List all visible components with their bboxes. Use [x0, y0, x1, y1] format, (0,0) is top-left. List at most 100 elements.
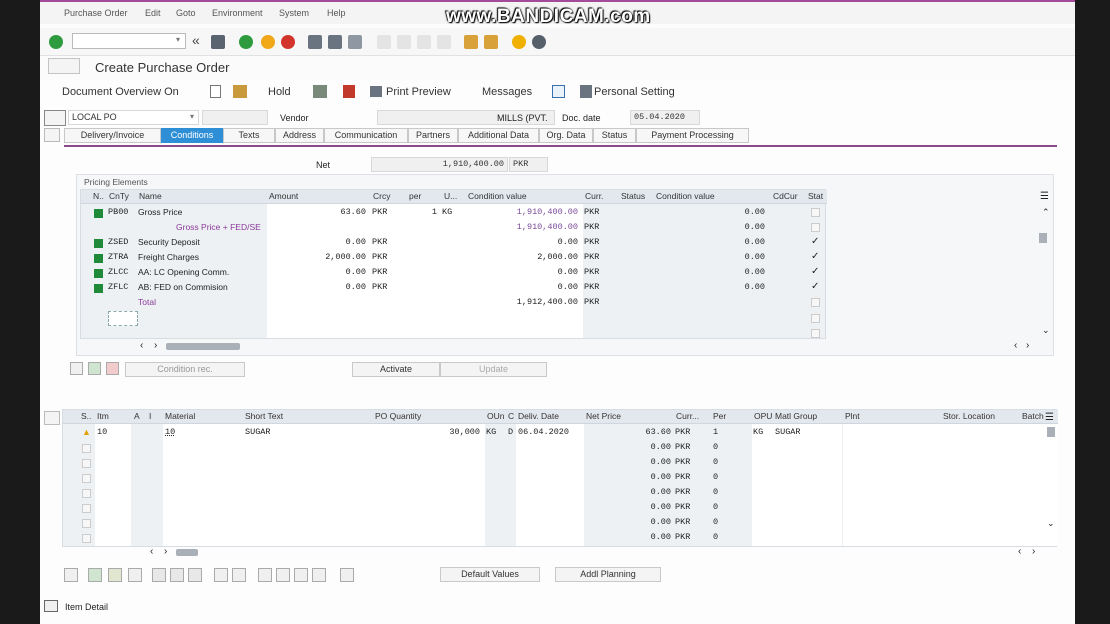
item-net-price[interactable]: 0.00	[584, 470, 674, 485]
tab-payment-processing[interactable]: Payment Processing	[636, 128, 749, 143]
item-status-checkbox[interactable]	[82, 519, 91, 528]
menu-goto[interactable]: Goto	[176, 8, 196, 18]
previous-page-icon[interactable]	[397, 35, 411, 49]
personal-setting-icon[interactable]	[580, 85, 592, 98]
item-status-checkbox[interactable]	[82, 489, 91, 498]
tab-org-data[interactable]: Org. Data	[539, 128, 593, 143]
item-per[interactable]: 0	[713, 530, 718, 545]
scroll-left-icon[interactable]: ‹	[140, 340, 143, 351]
sort-descending-icon[interactable]	[276, 568, 290, 582]
item-short-text[interactable]: SUGAR	[245, 425, 271, 440]
new-session-icon[interactable]	[464, 35, 478, 49]
stat-checkbox[interactable]	[811, 298, 820, 307]
expand-item-detail-icon[interactable]	[44, 600, 58, 612]
item-net-price[interactable]: 0.00	[584, 485, 674, 500]
menu-edit[interactable]: Edit	[145, 8, 161, 18]
row-crcy[interactable]: PKR	[372, 250, 387, 265]
select-all-icon[interactable]	[214, 568, 228, 582]
item-net-price[interactable]: 0.00	[584, 515, 674, 530]
condition-rec-button[interactable]: Condition rec.	[125, 362, 245, 377]
stat-checkbox[interactable]	[811, 314, 820, 323]
copy-item-icon[interactable]	[108, 568, 122, 582]
menu-system[interactable]: System	[279, 8, 309, 18]
item-detail-label[interactable]: Item Detail	[65, 602, 108, 612]
item-oun[interactable]: KG	[486, 425, 496, 440]
item-scroll-right-icon[interactable]: ›	[1032, 546, 1035, 557]
scroll-left-icon[interactable]: ‹	[1014, 340, 1017, 351]
activate-button[interactable]: Activate	[352, 362, 440, 377]
paste-item-icon[interactable]	[128, 568, 142, 582]
item-scroll-left-icon[interactable]: ‹	[1018, 546, 1021, 557]
item-per[interactable]: 1	[713, 425, 718, 440]
deselect-all-icon[interactable]	[232, 568, 246, 582]
item-scroll-down-icon[interactable]: ⌄	[1047, 518, 1055, 529]
open-document-icon[interactable]	[233, 85, 247, 98]
row-amount[interactable]: 0.00	[267, 235, 369, 250]
save-icon[interactable]	[211, 35, 225, 49]
addl-planning-button[interactable]: Addl Planning	[555, 567, 661, 582]
scroll-down-icon[interactable]: ⌄	[1042, 325, 1050, 336]
layout-icon[interactable]	[340, 568, 354, 582]
horizontal-scroll-thumb[interactable]	[166, 343, 240, 350]
sort-ascending-icon[interactable]	[258, 568, 272, 582]
row-crcy[interactable]: PKR	[372, 280, 387, 295]
delete-row-icon[interactable]	[106, 362, 119, 375]
row-crcy[interactable]: PKR	[372, 265, 387, 280]
row-uom[interactable]: KG	[442, 205, 452, 220]
scroll-right-icon[interactable]: ›	[1026, 340, 1029, 351]
collapse-items-icon[interactable]	[44, 411, 60, 425]
menu-environment[interactable]: Environment	[212, 8, 263, 18]
back-icon[interactable]	[239, 35, 253, 49]
first-page-icon[interactable]	[377, 35, 391, 49]
doc-date-field[interactable]: 05.04.2020	[630, 110, 700, 125]
item-curr[interactable]: PKR	[675, 515, 690, 530]
messages-log-icon[interactable]	[343, 85, 355, 98]
item-po-quantity[interactable]: 30,000	[373, 425, 483, 440]
item-per[interactable]: 0	[713, 500, 718, 515]
item-material[interactable]: 10	[165, 425, 175, 440]
item-curr[interactable]: PKR	[675, 470, 690, 485]
cart-icon[interactable]	[44, 110, 66, 126]
filter-icon[interactable]	[294, 568, 308, 582]
stat-check-icon[interactable]: ✓	[811, 251, 819, 262]
scroll-right-icon[interactable]: ›	[154, 340, 157, 351]
item-deliv-date[interactable]: 06.04.2020	[518, 425, 569, 440]
info-icon[interactable]	[552, 85, 565, 98]
item-detail-icon[interactable]	[64, 568, 78, 582]
item-status-checkbox[interactable]	[82, 534, 91, 543]
item-net-price[interactable]: 63.60	[584, 425, 674, 440]
stat-check-icon[interactable]: ✓	[811, 281, 819, 292]
unlock-icon[interactable]	[188, 568, 202, 582]
doc-type-field[interactable]: LOCAL PO	[68, 110, 199, 125]
lock-icon[interactable]	[170, 568, 184, 582]
shortcut-icon[interactable]	[484, 35, 498, 49]
enter-icon[interactable]	[49, 35, 63, 49]
print-preview-button[interactable]: Print Preview	[386, 86, 451, 98]
chevron-down-icon[interactable]: ▾	[176, 35, 180, 44]
item-per[interactable]: 0	[713, 455, 718, 470]
filter-options-icon[interactable]	[312, 568, 326, 582]
cancel-icon[interactable]	[281, 35, 295, 49]
double-left-icon[interactable]: «	[192, 32, 200, 48]
column-settings-icon[interactable]: ☰	[1040, 191, 1052, 203]
item-c[interactable]: D	[508, 425, 513, 440]
item-per[interactable]: 0	[713, 515, 718, 530]
default-values-button[interactable]: Default Values	[440, 567, 540, 582]
item-opu[interactable]: KG	[753, 425, 763, 440]
find-icon[interactable]	[328, 35, 342, 49]
exit-icon[interactable]	[261, 35, 275, 49]
print-icon[interactable]	[308, 35, 322, 49]
item-itm[interactable]: 10	[97, 425, 107, 440]
item-horizontal-scroll-thumb[interactable]	[176, 549, 198, 556]
print-preview-icon[interactable]	[370, 86, 382, 97]
item-per[interactable]: 0	[713, 485, 718, 500]
menu-help[interactable]: Help	[327, 8, 346, 18]
find-next-icon[interactable]	[348, 35, 362, 49]
item-column-settings-icon[interactable]: ☰	[1045, 412, 1054, 423]
add-item-icon[interactable]	[88, 568, 102, 582]
tab-address[interactable]: Address	[275, 128, 324, 143]
item-curr[interactable]: PKR	[675, 530, 690, 545]
row-amount[interactable]: 63.60	[267, 205, 369, 220]
tab-status[interactable]: Status	[593, 128, 636, 143]
last-page-icon[interactable]	[437, 35, 451, 49]
